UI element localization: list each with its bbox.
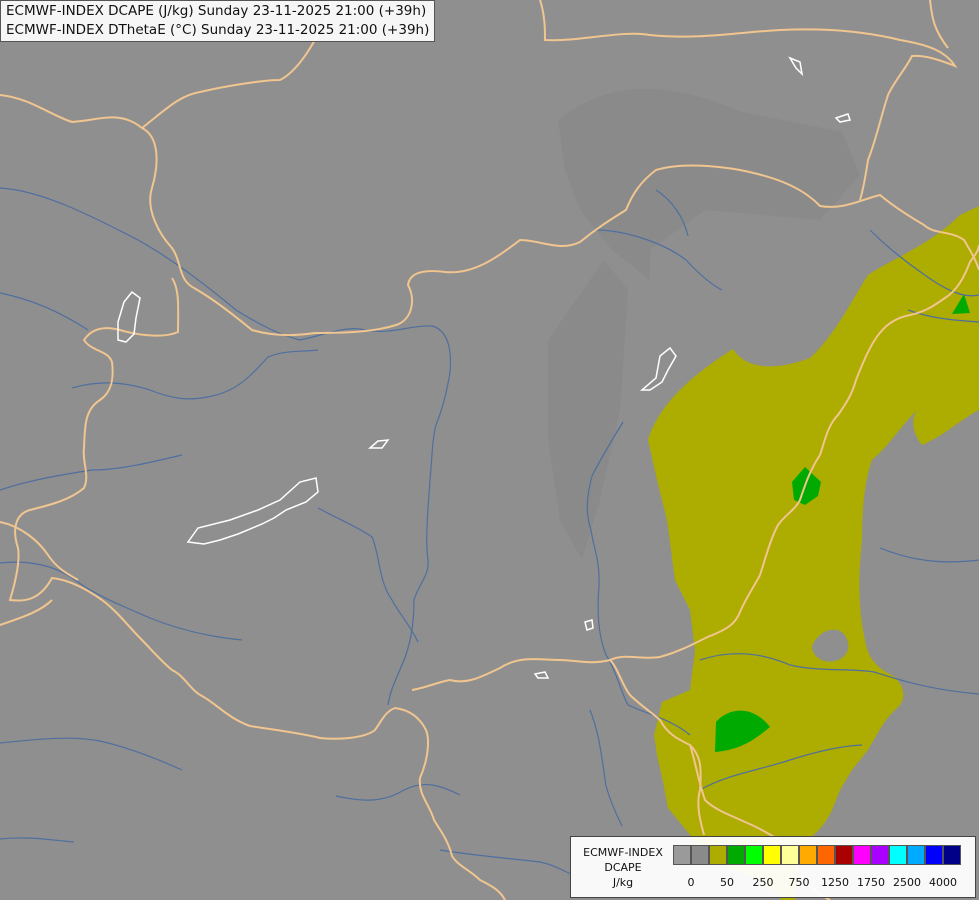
legend-swatch xyxy=(871,845,889,865)
legend-swatch xyxy=(763,845,781,865)
weather-map xyxy=(0,0,979,900)
legend-swatch xyxy=(943,845,961,865)
legend-swatch xyxy=(673,845,691,865)
legend-title-line-3: J/kg xyxy=(612,876,634,889)
header-line-2: ECMWF-INDEX DThetaE (°C) Sunday 23-11-20… xyxy=(6,22,430,38)
legend-title: ECMWF-INDEX DCAPE J/kg xyxy=(575,845,671,890)
map-header: ECMWF-INDEX DCAPE (J/kg) Sunday 23-11-20… xyxy=(0,0,436,42)
legend-swatch xyxy=(745,845,763,865)
legend-swatch xyxy=(709,845,727,865)
legend-tick-label: 4000 xyxy=(929,876,957,889)
legend-tick-label: 1250 xyxy=(821,876,849,889)
legend-swatch xyxy=(799,845,817,865)
legend-swatch xyxy=(853,845,871,865)
legend-tick-label: 50 xyxy=(720,876,734,889)
legend-swatch xyxy=(691,845,709,865)
legend-swatch xyxy=(781,845,799,865)
legend-swatch xyxy=(889,845,907,865)
legend-tick-label: 2500 xyxy=(893,876,921,889)
legend: ECMWF-INDEX DCAPE J/kg 0 50 250 750 1250… xyxy=(570,836,976,898)
header-line-1: ECMWF-INDEX DCAPE (J/kg) Sunday 23-11-20… xyxy=(6,3,427,19)
legend-tick-label: 1750 xyxy=(857,876,885,889)
legend-swatch xyxy=(835,845,853,865)
legend-swatch xyxy=(925,845,943,865)
legend-title-line-2: DCAPE xyxy=(604,861,642,874)
legend-swatch xyxy=(817,845,835,865)
legend-tick-label: 250 xyxy=(752,876,774,889)
legend-tick-label: 0 xyxy=(687,876,695,889)
legend-swatch xyxy=(907,845,925,865)
legend-tick-labels: 0 50 250 750 1250 1750 2500 4000 xyxy=(673,876,973,892)
legend-swatch xyxy=(727,845,745,865)
legend-tick-label: 750 xyxy=(788,876,810,889)
legend-title-line-1: ECMWF-INDEX xyxy=(583,846,663,859)
legend-swatches xyxy=(673,845,961,867)
